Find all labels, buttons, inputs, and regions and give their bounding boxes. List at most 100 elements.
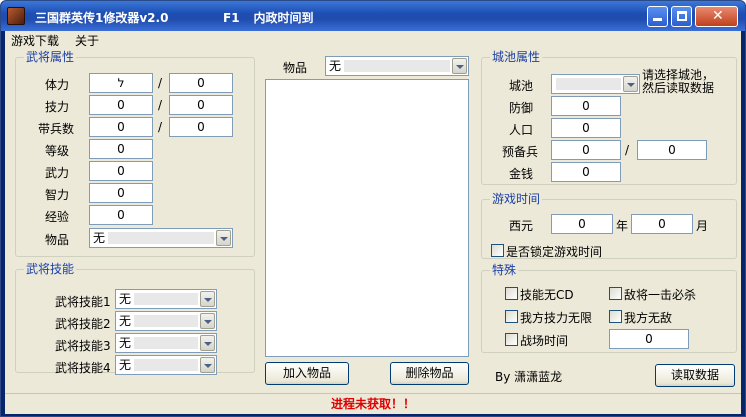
troops-max-input[interactable]: 0 (169, 117, 233, 137)
chevron-down-icon[interactable] (452, 58, 467, 74)
exp-input[interactable]: 0 (89, 205, 153, 225)
maximize-button[interactable] (671, 6, 692, 27)
force-input[interactable]: 0 (89, 161, 153, 181)
chevron-down-icon[interactable] (200, 335, 215, 351)
city-label: 城池 (509, 79, 534, 93)
lock-time-checkbox[interactable] (491, 244, 504, 257)
skill-max-input[interactable]: 0 (169, 95, 233, 115)
skill1-combo[interactable]: 无 (115, 289, 217, 309)
skill-input[interactable]: 0 (89, 95, 153, 115)
items-listbox[interactable] (265, 79, 469, 357)
level-input[interactable]: 0 (89, 139, 153, 159)
reserve-label: 预备兵 (502, 145, 539, 159)
items-label: 物品 (283, 61, 308, 75)
skill3-label: 武将技能3 (55, 339, 111, 353)
year-unit: 年 (616, 219, 629, 233)
chevron-down-icon[interactable] (200, 357, 215, 373)
items-combo-value: 无 (329, 59, 342, 73)
minimize-button[interactable] (647, 6, 668, 27)
intel-input[interactable]: 0 (89, 183, 153, 203)
item-label: 物品 (45, 233, 70, 247)
money-input[interactable]: 0 (551, 162, 621, 182)
skill4-label: 武将技能4 (55, 361, 111, 375)
hp-slash: / (158, 76, 163, 90)
app-icon (7, 7, 25, 25)
skill2-highlight (134, 315, 198, 327)
month-input[interactable]: 0 (631, 214, 693, 234)
city-hint: 请选择城池， 然后读取数据 (642, 69, 714, 95)
general-skills-label: 武将技能 (24, 262, 77, 276)
infinite-skill-label: 我方技力无限 (520, 311, 593, 325)
chevron-down-icon[interactable] (216, 230, 231, 246)
menu-bar: 游戏下载 关于 (5, 31, 741, 49)
level-label: 等级 (45, 144, 70, 158)
defense-label: 防御 (509, 101, 534, 115)
exp-label: 经验 (45, 210, 70, 224)
money-label: 金钱 (509, 167, 534, 181)
client-area: 游戏下载 关于 武将属性 体力 ל / 0 技力 0 / 0 带兵数 0 / 0… (5, 31, 741, 414)
read-data-button[interactable]: 读取数据 (655, 364, 735, 387)
item-combo[interactable]: 无 (89, 228, 233, 248)
city-combo-highlight (556, 78, 621, 90)
items-combo-highlight (344, 60, 450, 72)
troops-input[interactable]: 0 (89, 117, 153, 137)
battle-time-label: 战场时间 (520, 334, 569, 348)
hp-max-input[interactable]: 0 (169, 73, 233, 93)
menu-about[interactable]: 关于 (75, 32, 99, 49)
reserve-slash: / (625, 143, 630, 157)
hp-label: 体力 (45, 78, 70, 92)
era-label: 西元 (509, 219, 534, 233)
force-label: 武力 (45, 166, 70, 180)
city-combo[interactable] (551, 74, 640, 94)
general-attrs-label: 武将属性 (24, 50, 77, 64)
chevron-down-icon[interactable] (200, 313, 215, 329)
population-input[interactable]: 0 (551, 118, 621, 138)
skill1-label: 武将技能1 (55, 295, 111, 309)
skill2-combo[interactable]: 无 (115, 311, 217, 331)
year-input[interactable]: 0 (551, 214, 613, 234)
city-hint-line1: 请选择城池， (642, 68, 715, 82)
hotkey-key: F1 (223, 11, 240, 25)
invincible-checkbox[interactable] (609, 310, 622, 323)
population-label: 人口 (509, 123, 534, 137)
month-unit: 月 (696, 219, 709, 233)
hp-input[interactable]: ל (89, 73, 153, 93)
intel-label: 智力 (45, 188, 70, 202)
invincible-label: 我方无敌 (624, 311, 673, 325)
battle-time-checkbox[interactable] (505, 333, 518, 346)
chevron-down-icon[interactable] (623, 76, 638, 92)
skill4-highlight (134, 359, 198, 371)
special-label: 特殊 (490, 263, 519, 277)
defense-input[interactable]: 0 (551, 96, 621, 116)
city-attrs-label: 城池属性 (490, 50, 543, 64)
add-item-button[interactable]: 加入物品 (265, 362, 349, 385)
reserve-max-input[interactable]: 0 (637, 140, 707, 160)
close-button[interactable]: ✕ (695, 6, 738, 27)
maximize-icon (677, 11, 687, 21)
skill3-value: 无 (119, 336, 132, 350)
city-hint-line2: 然后读取数据 (642, 81, 715, 95)
battle-time-input[interactable]: 0 (609, 329, 689, 349)
troops-slash: / (158, 120, 163, 134)
skill2-label: 武将技能2 (55, 317, 111, 331)
delete-item-button[interactable]: 删除物品 (390, 362, 469, 385)
reserve-input[interactable]: 0 (551, 140, 621, 160)
items-combo[interactable]: 无 (325, 56, 469, 76)
app-window: 三国群英传1修改器v2.0 F1 内政时间到 ✕ 游戏下载 关于 武将属性 体力 … (0, 0, 746, 417)
menu-game-download[interactable]: 游戏下载 (11, 32, 59, 49)
chevron-down-icon[interactable] (200, 291, 215, 307)
item-combo-value: 无 (93, 231, 106, 245)
game-time-label: 游戏时间 (490, 192, 543, 206)
no-cd-checkbox[interactable] (505, 287, 518, 300)
item-combo-highlight (108, 232, 214, 244)
skill4-combo[interactable]: 无 (115, 355, 217, 375)
skill1-highlight (134, 293, 198, 305)
skill-label: 技力 (45, 100, 70, 114)
status-bar: 进程未获取！！ (5, 393, 741, 414)
one-hit-label: 敌将一击必杀 (624, 288, 697, 302)
skill3-combo[interactable]: 无 (115, 333, 217, 353)
author-label: By 潇潇蓝龙 (495, 370, 563, 384)
infinite-skill-checkbox[interactable] (505, 310, 518, 323)
title-bar[interactable]: 三国群英传1修改器v2.0 F1 内政时间到 ✕ (1, 1, 745, 31)
one-hit-checkbox[interactable] (609, 287, 622, 300)
